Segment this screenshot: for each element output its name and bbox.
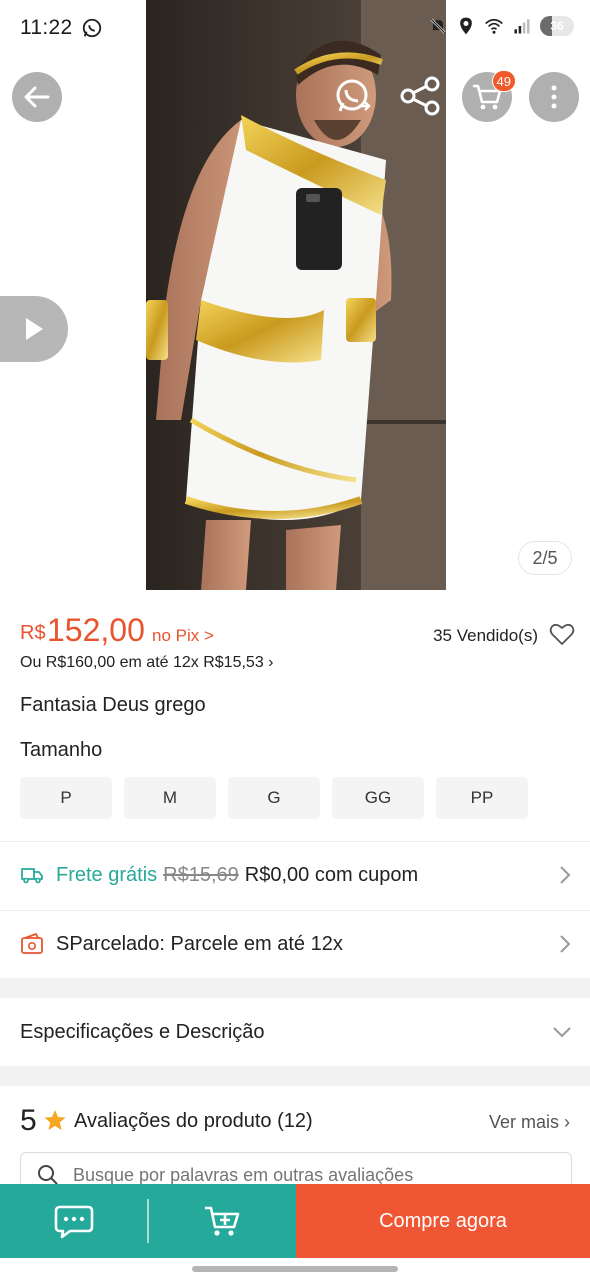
review-search-input[interactable] (73, 1164, 543, 1186)
product-title: Fantasia Deus grego (20, 694, 206, 716)
shipping-row[interactable]: Frete grátis R$15,69 R$0,00 com cupom (0, 842, 590, 908)
size-option-g[interactable]: G (228, 777, 320, 819)
product-image-gallery[interactable]: 11:22 36 49 2/5 (0, 0, 590, 600)
size-options: P M G GG PP (20, 777, 528, 819)
search-icon (38, 1165, 58, 1185)
bottom-bar-separator (147, 1184, 149, 1258)
share-icon[interactable] (398, 74, 442, 118)
location-icon (460, 17, 472, 35)
bottom-action-bar: Compre agora (0, 1184, 590, 1258)
image-counter: 2/5 (518, 541, 572, 575)
cart-count-badge: 49 (491, 70, 516, 92)
whatsapp-icon (82, 18, 102, 38)
more-options-button[interactable] (529, 72, 579, 122)
home-indicator[interactable] (192, 1266, 398, 1272)
installments-text: SParcelado: Parcele em até 12x (56, 932, 343, 955)
cart-button[interactable]: 49 (462, 70, 516, 122)
whatsapp-share-icon[interactable] (333, 76, 373, 116)
status-bar: 11:22 36 (0, 0, 590, 56)
chevron-right-icon (560, 866, 571, 884)
section-gap (0, 1066, 590, 1086)
play-icon (26, 318, 43, 340)
size-label: Tamanho (20, 739, 103, 761)
chat-icon (54, 1205, 93, 1239)
star-icon (44, 1110, 66, 1130)
installments-row[interactable]: SParcelado: Parcele em até 12x (0, 911, 590, 977)
free-shipping-label: Frete grátis (56, 863, 158, 886)
truck-icon (21, 868, 43, 884)
reviews-count: (12) (277, 1110, 313, 1132)
heart-icon[interactable] (549, 622, 575, 646)
back-button[interactable] (12, 72, 62, 122)
chat-button[interactable] (0, 1184, 147, 1258)
status-icons: 36 (428, 16, 574, 36)
size-option-gg[interactable]: GG (332, 777, 424, 819)
price-value: 152,00 (47, 612, 145, 648)
sold-count: 35 Vendido(s) (433, 626, 538, 645)
size-option-m[interactable]: M (124, 777, 216, 819)
reviews-title: Avaliações do produto (12) (74, 1110, 313, 1133)
section-gap (0, 978, 590, 998)
size-option-p[interactable]: P (20, 777, 112, 819)
battery-icon: 36 (540, 16, 574, 36)
specs-description-row[interactable]: Especificações e Descrição (0, 998, 590, 1066)
mute-icon (430, 18, 446, 34)
chevron-down-icon (553, 1027, 571, 1038)
battery-level: 36 (550, 19, 564, 33)
buy-now-button[interactable]: Compre agora (296, 1184, 590, 1258)
signal-icon (514, 19, 530, 34)
pix-price-link[interactable]: no Pix > (152, 626, 214, 646)
reviews-title-text: Avaliações do produto (74, 1110, 272, 1132)
installment-link[interactable]: Ou R$160,00 em até 12x R$15,53 › (20, 654, 274, 672)
reviews-section: 5 Avaliações do produto (12) Ver mais › (0, 1086, 590, 1198)
specs-label: Especificações e Descrição (20, 1020, 265, 1043)
size-option-pp[interactable]: PP (436, 777, 528, 819)
arrow-left-icon (24, 86, 50, 108)
rating-value: 5 (20, 1104, 37, 1137)
chevron-right-icon (560, 935, 571, 953)
see-more-reviews-link[interactable]: Ver mais › (489, 1112, 570, 1133)
shipping-new-price: R$0,00 com cupom (244, 863, 419, 886)
add-to-cart-button[interactable] (149, 1184, 296, 1258)
shipping-old-price: R$15,69 (163, 863, 239, 886)
status-time: 11:22 (20, 16, 73, 39)
price-currency: R$ (20, 622, 46, 644)
play-video-button[interactable] (0, 296, 68, 362)
price-row: R$ 152,00 no Pix > 35 Vendido(s) (20, 612, 575, 652)
separator-line (147, 1199, 149, 1243)
add-to-cart-icon (204, 1206, 239, 1236)
wallet-icon (21, 932, 43, 954)
more-vertical-icon (551, 85, 557, 109)
wifi-icon (485, 18, 503, 34)
